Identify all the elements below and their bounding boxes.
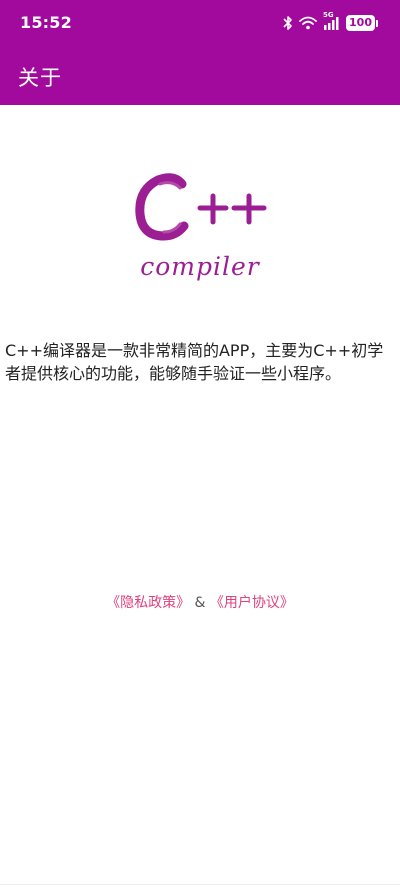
policy-links: 《隐私政策》 & 《用户协议》 xyxy=(0,593,400,613)
network-type-label: 5G xyxy=(323,11,334,19)
app-logo: compiler xyxy=(130,172,270,287)
privacy-policy-link[interactable]: 《隐私政策》 xyxy=(106,595,190,611)
about-screen: 15:52 5G 100 关于 compiler C++编译器是一款非常精简的A… xyxy=(0,0,400,893)
wifi-icon xyxy=(299,16,317,30)
bottom-divider xyxy=(0,884,400,885)
bluetooth-icon xyxy=(283,15,293,31)
battery-level: 100 xyxy=(346,15,375,31)
status-bar: 15:52 5G 100 xyxy=(0,0,400,48)
app-description: C++编译器是一款非常精简的APP，主要为C++初学者提供核心的功能，能够随手验… xyxy=(5,341,384,383)
logo-wordmark: compiler xyxy=(140,252,260,281)
cpp-logo-mark xyxy=(135,173,267,241)
battery-icon: 100 xyxy=(346,15,378,31)
status-icons: 5G 100 xyxy=(283,11,378,34)
status-time: 15:52 xyxy=(20,13,72,32)
links-separator: & xyxy=(194,595,206,611)
page-title: 关于 xyxy=(18,66,62,90)
app-bar: 关于 xyxy=(0,48,400,105)
user-agreement-link[interactable]: 《用户协议》 xyxy=(210,595,294,611)
signal-icon: 5G xyxy=(323,11,340,30)
